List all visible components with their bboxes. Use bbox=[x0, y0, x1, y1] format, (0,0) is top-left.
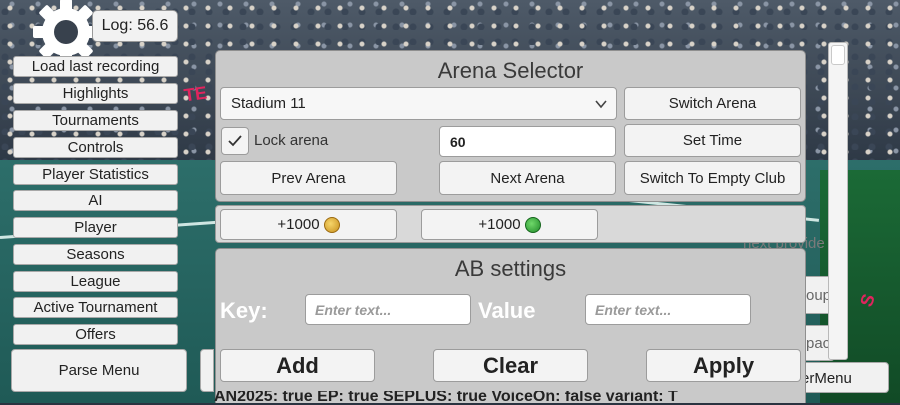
offers-button[interactable]: Offers bbox=[13, 324, 178, 345]
controls-button[interactable]: Controls bbox=[13, 137, 178, 158]
green-gem-icon bbox=[524, 216, 541, 233]
next-arena-label: Next Arena bbox=[490, 169, 565, 187]
ab-settings-title: AB settings bbox=[454, 256, 567, 281]
scrollbar-thumb[interactable] bbox=[831, 45, 845, 65]
switch-to-empty-club-label: Switch To Empty Club bbox=[639, 169, 786, 187]
add-gold-coins-button[interactable]: +1000 bbox=[220, 209, 397, 240]
value-label: Value bbox=[478, 298, 536, 323]
gold-coin-icon bbox=[323, 216, 340, 233]
add-gold-coins-label: +1000 bbox=[277, 216, 320, 233]
stadium-banner: TE bbox=[182, 82, 209, 106]
parse-menu-label: Parse Menu bbox=[58, 362, 140, 379]
time-input[interactable]: 60 bbox=[439, 126, 616, 157]
lock-arena-checkbox[interactable] bbox=[221, 127, 249, 155]
add-green-gems-label: +1000 bbox=[478, 216, 521, 233]
apply-button-label: Apply bbox=[692, 352, 755, 378]
add-button-label: Add bbox=[276, 352, 319, 378]
clear-button-label: Clear bbox=[482, 352, 539, 378]
ai-button[interactable]: AI bbox=[13, 190, 178, 211]
load-last-recording-button[interactable]: Load last recording bbox=[13, 56, 178, 77]
highlights-button[interactable]: Highlights bbox=[13, 83, 178, 104]
prev-arena-button[interactable]: Prev Arena bbox=[220, 161, 397, 195]
player-statistics-button[interactable]: Player Statistics bbox=[13, 164, 178, 185]
seasons-button[interactable]: Seasons bbox=[13, 244, 178, 265]
vertical-scrollbar[interactable] bbox=[828, 42, 848, 360]
switch-arena-label: Switch Arena bbox=[668, 95, 757, 112]
tournaments-button[interactable]: Tournaments bbox=[13, 110, 178, 131]
chevron-down-icon bbox=[595, 100, 607, 109]
switch-to-empty-club-button[interactable]: Switch To Empty Club bbox=[624, 161, 801, 195]
value-input[interactable]: Enter text... bbox=[585, 294, 751, 325]
clear-button[interactable]: Clear bbox=[433, 349, 588, 382]
value-input-placeholder: Enter text... bbox=[595, 301, 672, 318]
other-menu-label: erMenu bbox=[801, 370, 852, 387]
set-time-button[interactable]: Set Time bbox=[624, 124, 801, 157]
log-display: Log: 56.6 bbox=[92, 10, 178, 42]
stadium-dropdown[interactable]: Stadium 11 bbox=[220, 87, 617, 120]
next-arena-button[interactable]: Next Arena bbox=[439, 161, 616, 195]
apply-button[interactable]: Apply bbox=[646, 349, 801, 382]
checkmark-icon bbox=[228, 135, 242, 147]
switch-arena-button[interactable]: Switch Arena bbox=[624, 87, 801, 120]
stadium-dropdown-value: Stadium 11 bbox=[231, 95, 306, 112]
key-input-placeholder: Enter text... bbox=[315, 301, 392, 318]
time-input-value: 60 bbox=[450, 133, 466, 150]
key-input[interactable]: Enter text... bbox=[305, 294, 471, 325]
prev-arena-label: Prev Arena bbox=[271, 169, 346, 187]
log-label: Log: 56.6 bbox=[101, 17, 169, 34]
lock-arena-label: Lock arena bbox=[254, 132, 329, 149]
league-button[interactable]: League bbox=[13, 271, 178, 292]
arena-selector-title: Arena Selector bbox=[437, 58, 584, 83]
set-time-label: Set Time bbox=[682, 132, 743, 149]
player-button[interactable]: Player bbox=[13, 217, 178, 238]
active-tournament-button[interactable]: Active Tournament bbox=[13, 297, 178, 318]
key-label: Key: bbox=[220, 298, 268, 323]
partial-button[interactable] bbox=[200, 349, 214, 392]
add-button[interactable]: Add bbox=[220, 349, 375, 382]
parse-menu-button[interactable]: Parse Menu bbox=[11, 349, 187, 392]
add-green-gems-button[interactable]: +1000 bbox=[421, 209, 598, 240]
